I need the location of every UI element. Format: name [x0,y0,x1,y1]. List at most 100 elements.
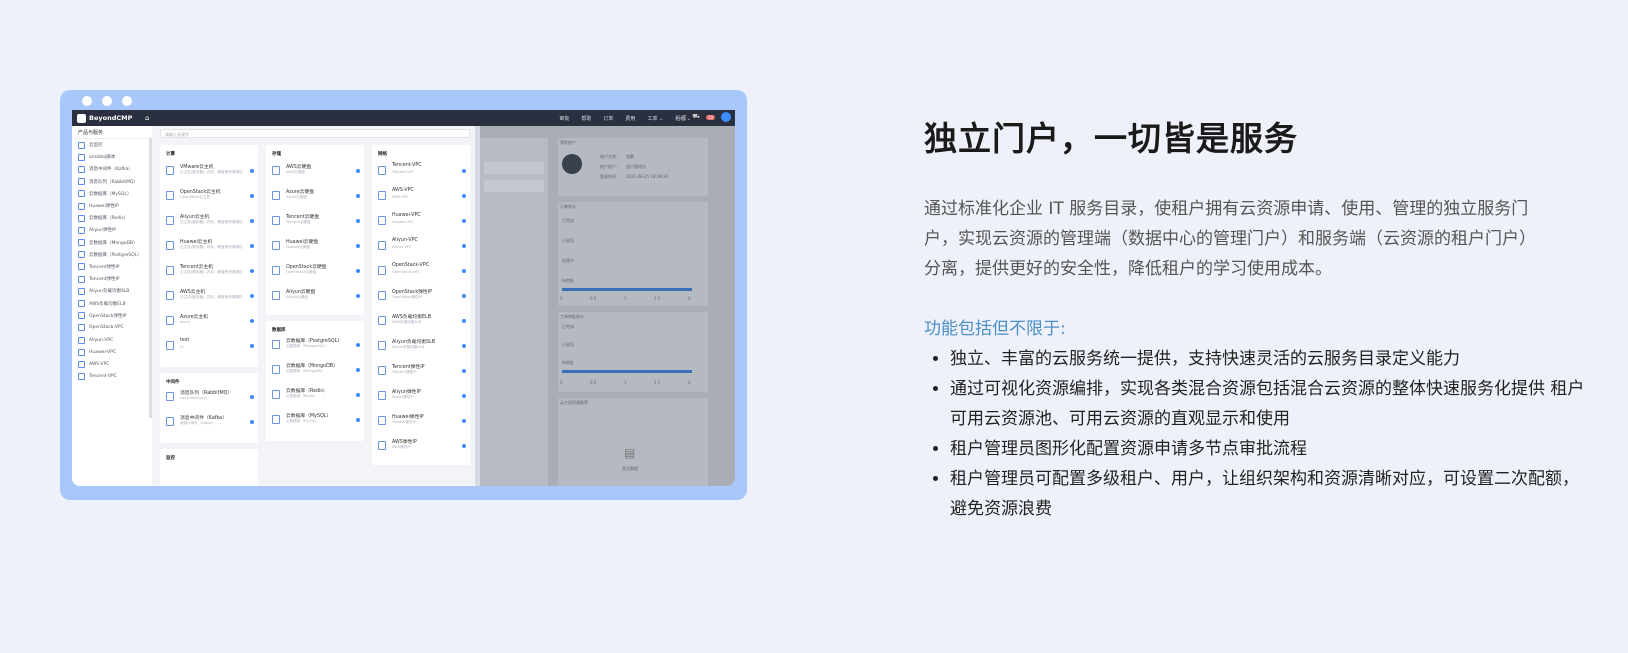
info-dot-icon[interactable] [356,343,360,347]
service-item[interactable]: VMware云主机云主机(服务器), 内存、硬盘等资源弹性伸缩 [166,163,254,185]
sidebar-item[interactable]: 云数据库（PostgreSQL） [72,249,152,261]
info-dot-icon[interactable] [250,344,254,348]
catalog-search-input[interactable]: 请输入关键字 [160,129,470,138]
info-dot-icon[interactable] [356,269,360,273]
sidebar-item[interactable]: Tencent-VPC [72,371,152,383]
info-dot-icon[interactable] [250,194,254,198]
sidebar-header[interactable]: 产品与服务 [72,126,152,139]
service-name: Huawei云硬盘 [286,240,319,245]
service-icon [378,416,386,425]
sidebar-item[interactable]: Huawei-VPC [72,346,152,358]
info-dot-icon[interactable] [356,169,360,173]
service-item[interactable]: 云数据库（PostgreSQL） 云数据库（PostgreSQL） [272,337,360,359]
service-item[interactable]: Aliyun云主机云主机(服务器), 内存、硬盘等资源弹性伸缩 [166,213,254,235]
info-dot-icon[interactable] [462,369,466,373]
nav-orders[interactable]: 订单 [603,115,613,122]
info-dot-icon[interactable] [250,269,254,273]
account-card: 我的账户 账户名称： 张鹏 账户租户： 租户管理员 登录时间： 2021-08-… [558,138,708,196]
info-dot-icon[interactable] [462,344,466,348]
service-item[interactable]: Huawei弹性IP Huawei弹性IP [378,413,466,435]
service-item[interactable]: Tencent-VPC Tencent-VPC [378,163,466,185]
sidebar-item[interactable]: 云数据库（Redis） [72,212,152,224]
cart-icon[interactable]: ⛟ [692,113,700,121]
service-item[interactable]: Tencent云硬盘 Tencent云硬盘 [272,213,360,235]
trash-icon[interactable]: ▯ [683,114,686,121]
info-dot-icon[interactable] [356,418,360,422]
info-dot-icon[interactable] [356,294,360,298]
service-item[interactable]: AWS弹性IP AWS弹性IP [378,438,466,460]
info-dot-icon[interactable] [356,194,360,198]
info-dot-icon[interactable] [250,420,254,424]
info-dot-icon[interactable] [462,169,466,173]
info-dot-icon[interactable] [462,394,466,398]
info-dot-icon[interactable] [250,294,254,298]
service-item[interactable]: 云数据库（MySQL） 云数据库（MySQL） [272,412,360,434]
info-dot-icon[interactable] [462,444,466,448]
service-item[interactable]: test t1 [166,338,254,360]
sidebar-item[interactable]: Huawei弹性IP [72,200,152,212]
info-dot-icon[interactable] [356,368,360,372]
sidebar-item[interactable]: OpenStack弹性IP [72,310,152,322]
info-dot-icon[interactable] [462,219,466,223]
sidebar-item[interactable]: OpenStack-VPC [72,322,152,334]
service-item[interactable]: Tencent弹性IP Tencent弹性IP [378,363,466,385]
sidebar-item[interactable]: 消息队列（RabbitMQ） [72,176,152,188]
service-item[interactable]: AWS云主机云主机(服务器), 内存、硬盘等资源弹性伸缩 [166,288,254,310]
logo[interactable]: BeyondCMP [77,113,137,123]
info-dot-icon[interactable] [356,219,360,223]
home-icon[interactable]: ⌂ [145,114,149,122]
nav-cost[interactable]: 费用 [625,115,635,122]
info-dot-icon[interactable] [356,393,360,397]
sidebar-item[interactable]: 消息中间件（Kafka） [72,163,152,175]
info-dot-icon[interactable] [250,395,254,399]
service-item[interactable]: 云数据库（Redis） 云数据库（Redis） [272,387,360,409]
info-dot-icon[interactable] [250,244,254,248]
service-item[interactable]: Aliyun云硬盘 Aliyun云硬盘 [272,288,360,310]
sidebar-item[interactable]: 云数据库（MongoDB） [72,237,152,249]
service-item[interactable]: 消息中间件（Kafka） 消息中间件（Kafka） [166,414,254,436]
info-dot-icon[interactable] [462,244,466,248]
service-item[interactable]: Huawei云主机云主机(服务器), 内存、硬盘等资源弹性伸缩 [166,238,254,260]
sidebar-item[interactable]: Tencent弹性IP [72,273,152,285]
service-item[interactable]: Aliyun负载均衡SLB Aliyun负载均衡SLB [378,338,466,360]
service-item[interactable]: 云数据库（MongoDB） 云数据库（MongoDB） [272,362,360,384]
sidebar-item[interactable]: AWS负载均衡ELB [72,297,152,309]
sidebar-item[interactable]: AWS-VPC [72,358,152,370]
service-item[interactable]: OpenStack云硬盘 OpenStack云硬盘 [272,263,360,285]
service-item[interactable]: Aliyun-VPC Aliyun-VPC [378,238,466,260]
info-dot-icon[interactable] [462,419,466,423]
service-item[interactable]: OpenStack弹性IP OpenStack弹性IP [378,288,466,310]
service-item[interactable]: Azure云硬盘 Azure云硬盘 [272,188,360,210]
service-item[interactable]: Huawei-VPC Huawei-VPC [378,213,466,235]
sidebar-item[interactable]: Aliyun负载均衡SLB [72,285,152,297]
service-item[interactable]: Azure云主机 azure [166,313,254,335]
service-item[interactable]: Huawei云硬盘 Huawei云硬盘 [272,238,360,260]
service-item[interactable]: AWS云硬盘 AWS云硬盘 [272,163,360,185]
stat-row-label: 已驳回 [562,238,574,243]
sidebar-item[interactable]: Tencent弹性IP [72,261,152,273]
service-item[interactable]: OpenStack云主机 OpenStack云主机 [166,188,254,210]
sidebar-item[interactable]: 云数据库（MySQL） [72,188,152,200]
sidebar-item[interactable]: ansiblej脚本 [72,151,152,163]
info-dot-icon[interactable] [462,319,466,323]
info-dot-icon[interactable] [462,269,466,273]
nav-approval[interactable]: 审批 [559,115,569,122]
info-dot-icon[interactable] [250,319,254,323]
sidebar-item[interactable]: 云监控 [72,139,152,151]
service-item[interactable]: 消息队列（RabbitMQ） consultdelivery [166,389,254,411]
service-item[interactable]: OpenStack-VPC OpenStack-VPC [378,263,466,285]
sidebar-item[interactable]: Aliyun弹性IP [72,224,152,236]
info-dot-icon[interactable] [250,169,254,173]
nav-help[interactable]: 帮助 [581,115,591,122]
service-item[interactable]: AWS-VPC AWS-VPC [378,188,466,210]
info-dot-icon[interactable] [462,194,466,198]
nav-tickets[interactable]: 工单 ⌄ [647,115,663,122]
user-avatar[interactable] [721,112,731,122]
service-item[interactable]: AWS负载均衡ELB AWS负载均衡ELB [378,313,466,335]
info-dot-icon[interactable] [356,244,360,248]
info-dot-icon[interactable] [250,219,254,223]
sidebar-item[interactable]: Aliyun-VPC [72,334,152,346]
service-item[interactable]: Tencent云主机云主机(服务器), 内存、硬盘等资源弹性伸缩 [166,263,254,285]
info-dot-icon[interactable] [462,294,466,298]
service-item[interactable]: Aliyun弹性IP Aliyun弹性IP [378,388,466,410]
